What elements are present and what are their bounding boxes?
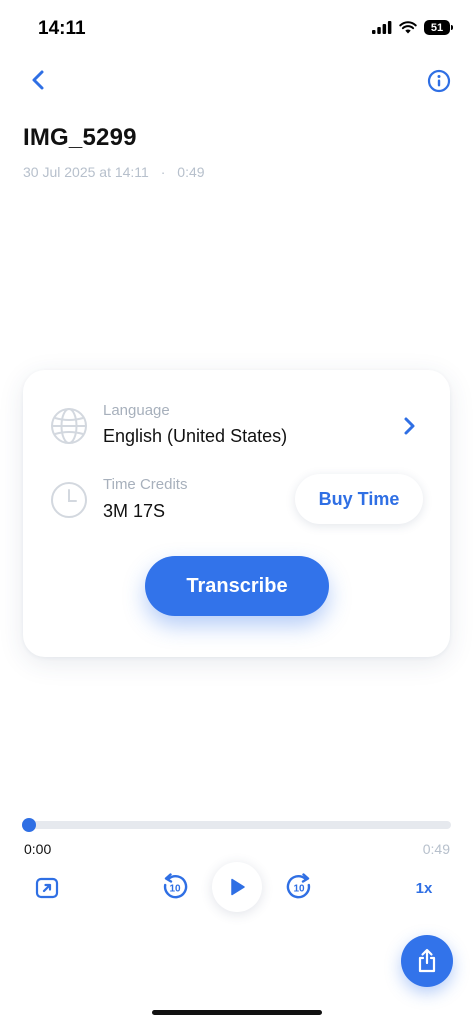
expand-button[interactable] bbox=[34, 875, 60, 901]
rewind-10-icon: 10 bbox=[163, 873, 188, 899]
info-icon bbox=[427, 69, 451, 93]
credits-label: Time Credits bbox=[103, 476, 188, 493]
signal-icon bbox=[372, 21, 392, 34]
recording-meta: 30 Jul 2025 at 14:11 · 0:49 bbox=[23, 164, 205, 180]
progress-track[interactable] bbox=[24, 821, 451, 829]
rewind-10-button[interactable]: 10 bbox=[161, 873, 189, 901]
total-time: 0:49 bbox=[422, 841, 450, 857]
chevron-left-icon bbox=[32, 70, 44, 90]
language-label: Language bbox=[103, 402, 170, 419]
play-icon bbox=[231, 878, 245, 896]
meta-separator: · bbox=[160, 164, 166, 180]
info-button[interactable] bbox=[426, 68, 452, 94]
language-chevron-button[interactable] bbox=[402, 415, 418, 437]
chevron-right-icon bbox=[404, 417, 415, 435]
forward-10-icon: 10 bbox=[286, 873, 311, 899]
current-time: 0:00 bbox=[24, 841, 52, 857]
expand-icon bbox=[35, 877, 59, 899]
globe-icon bbox=[50, 407, 88, 445]
wifi-icon bbox=[399, 21, 417, 34]
transcribe-button[interactable]: Transcribe bbox=[145, 556, 329, 616]
buy-time-button[interactable]: Buy Time bbox=[295, 474, 423, 524]
back-button[interactable] bbox=[24, 66, 52, 94]
battery-icon: 51 bbox=[424, 20, 453, 35]
language-value[interactable]: English (United States) bbox=[103, 426, 287, 447]
clock-icon bbox=[50, 481, 88, 519]
recording-title: IMG_5299 bbox=[23, 124, 137, 151]
battery-level: 51 bbox=[430, 21, 444, 34]
playback-speed-button[interactable]: 1x bbox=[408, 875, 440, 901]
play-button[interactable] bbox=[212, 862, 262, 912]
transcribe-card: Language English (United States) Time Cr… bbox=[23, 370, 450, 657]
rewind-10-label: 10 bbox=[169, 884, 181, 895]
share-button[interactable] bbox=[401, 935, 453, 987]
status-icons: 51 bbox=[372, 20, 453, 35]
forward-10-label: 10 bbox=[293, 884, 305, 895]
recording-date: 30 Jul 2025 at 14:11 bbox=[23, 164, 149, 180]
progress-knob[interactable] bbox=[22, 818, 36, 832]
forward-10-button[interactable]: 10 bbox=[285, 873, 313, 901]
share-icon bbox=[418, 948, 436, 973]
credits-value: 3M 17S bbox=[103, 501, 166, 521]
status-time: 14:11 bbox=[38, 18, 86, 39]
recording-duration: 0:49 bbox=[177, 164, 205, 180]
home-indicator bbox=[152, 1010, 322, 1015]
